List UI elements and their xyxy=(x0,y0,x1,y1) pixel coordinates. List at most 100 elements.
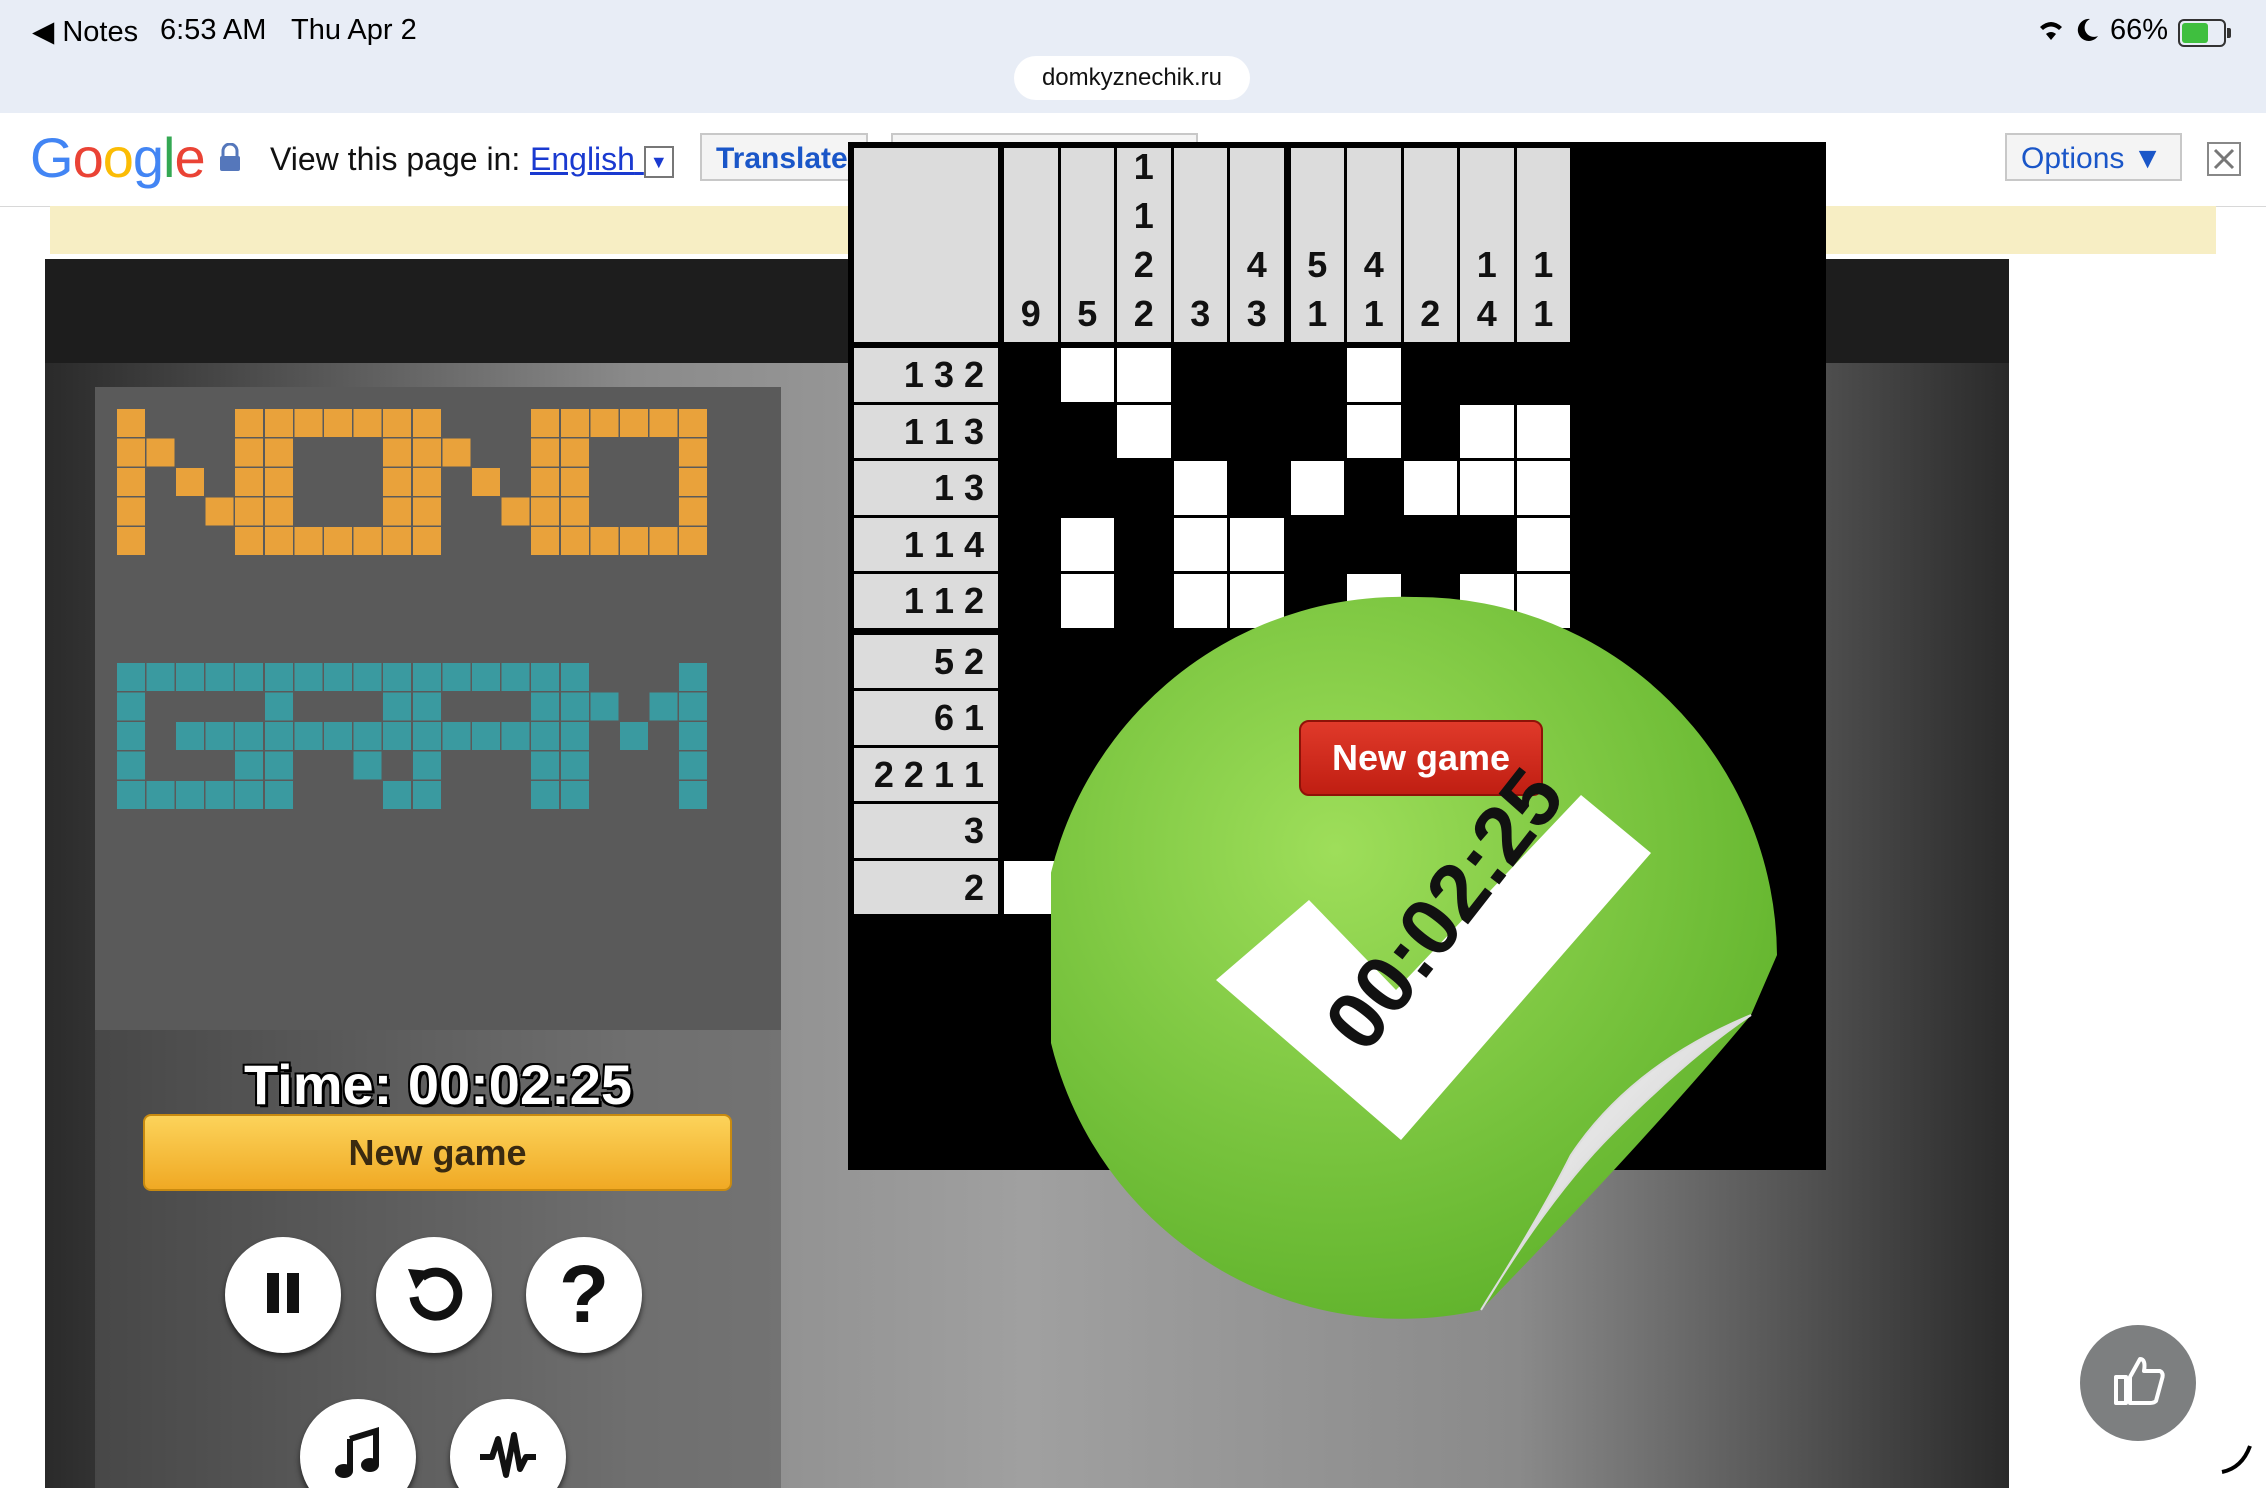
back-to-notes-link[interactable]: ◀ Notes xyxy=(32,14,138,49)
column-clue: 51 xyxy=(1290,148,1344,342)
gram-logo-block xyxy=(679,663,707,691)
grid-cell[interactable] xyxy=(1117,404,1171,458)
grid-cell[interactable] xyxy=(1516,404,1570,458)
gram-logo-block xyxy=(146,663,175,691)
nono-logo-block xyxy=(590,409,619,437)
nono-logo-block xyxy=(235,438,263,467)
grid-cell[interactable] xyxy=(1004,404,1058,458)
new-game-button[interactable]: New game xyxy=(143,1114,732,1191)
nono-logo-block xyxy=(561,497,589,526)
grid-cell[interactable] xyxy=(1403,404,1457,458)
translate-button[interactable]: Translate xyxy=(700,133,868,181)
url-pill[interactable]: domkyznechik.ru xyxy=(1014,56,1250,100)
grid-cell[interactable] xyxy=(1230,348,1284,402)
grid-cell[interactable] xyxy=(1004,461,1058,515)
grid-cell[interactable] xyxy=(1347,461,1401,515)
gram-logo-block xyxy=(324,663,352,691)
nono-logo-block xyxy=(235,468,263,496)
grid-cell[interactable] xyxy=(1004,574,1058,628)
dropdown-arrow-icon: ▼ xyxy=(643,145,674,178)
grid-cell[interactable] xyxy=(1173,461,1227,515)
gram-logo-block xyxy=(205,722,234,750)
gram-logo-block xyxy=(531,751,559,780)
grid-cell[interactable] xyxy=(1403,517,1457,571)
restart-icon xyxy=(402,1261,466,1330)
grid-cell[interactable] xyxy=(1173,517,1227,571)
grid-cell[interactable] xyxy=(1460,517,1514,571)
help-button[interactable]: ? xyxy=(526,1237,642,1353)
gram-logo-block xyxy=(531,722,559,750)
grid-cell[interactable] xyxy=(1117,517,1171,571)
column-clue-number: 1 xyxy=(1307,293,1328,334)
nono-logo-block xyxy=(531,438,559,467)
grid-cell[interactable] xyxy=(1173,404,1227,458)
row-clue: 1 1 2 xyxy=(854,574,998,628)
grid-cell[interactable] xyxy=(1117,348,1171,402)
grid-cell[interactable] xyxy=(1516,517,1570,571)
close-icon[interactable] xyxy=(2207,142,2241,176)
grid-cell[interactable] xyxy=(1004,860,1058,914)
grid-cell[interactable] xyxy=(1230,461,1284,515)
grid-cell[interactable] xyxy=(1004,634,1058,688)
grid-cell[interactable] xyxy=(1060,404,1114,458)
like-button[interactable] xyxy=(2080,1325,2196,1441)
pause-button[interactable] xyxy=(225,1237,341,1353)
board-corner xyxy=(854,148,998,342)
grid-cell[interactable] xyxy=(1460,404,1514,458)
grid-cell[interactable] xyxy=(1004,348,1058,402)
question-icon: ? xyxy=(558,1249,610,1340)
grid-cell[interactable] xyxy=(1004,804,1058,858)
grid-cell[interactable] xyxy=(1516,461,1570,515)
gram-logo-block xyxy=(117,781,145,809)
column-clue: 43 xyxy=(1230,148,1284,342)
grid-cell[interactable] xyxy=(1060,461,1114,515)
grid-cell[interactable] xyxy=(1117,461,1171,515)
column-clue-number: 1 xyxy=(1533,244,1554,285)
grid-cell[interactable] xyxy=(1173,348,1227,402)
nono-logo-block xyxy=(117,527,145,555)
grid-cell[interactable] xyxy=(1290,348,1344,402)
grid-cell[interactable] xyxy=(1060,348,1114,402)
grid-cell[interactable] xyxy=(1516,348,1570,402)
nono-logo-block xyxy=(117,409,145,437)
column-clue: 9 xyxy=(1004,148,1058,342)
nono-logo-block xyxy=(649,527,678,555)
grid-cell[interactable] xyxy=(1460,461,1514,515)
nono-logo-block xyxy=(561,527,589,555)
column-clue-number: 1 xyxy=(1476,244,1497,285)
grid-cell[interactable] xyxy=(1347,348,1401,402)
gram-logo-block xyxy=(383,722,411,750)
row-clue: 1 1 3 xyxy=(854,404,998,458)
grid-cell[interactable] xyxy=(1230,404,1284,458)
options-button[interactable]: Options ▼ xyxy=(2005,133,2182,181)
grid-cell[interactable] xyxy=(1403,461,1457,515)
google-logo: Google xyxy=(30,126,206,189)
grid-cell[interactable] xyxy=(1347,404,1401,458)
gram-logo-block xyxy=(117,692,145,721)
nono-logo-block xyxy=(413,497,441,526)
grid-cell[interactable] xyxy=(1004,747,1058,801)
nono-logo-block xyxy=(531,497,559,526)
grid-cell[interactable] xyxy=(1347,517,1401,571)
grid-cell[interactable] xyxy=(1403,348,1457,402)
grid-cell[interactable] xyxy=(1004,517,1058,571)
grid-cell[interactable] xyxy=(1290,461,1344,515)
column-clue-number: 1 xyxy=(1133,146,1154,187)
grid-cell[interactable] xyxy=(1060,517,1114,571)
nono-logo-block xyxy=(146,438,175,467)
grid-cell[interactable] xyxy=(1230,517,1284,571)
column-clue-number: 1 xyxy=(1533,293,1554,334)
grid-cell[interactable] xyxy=(1004,691,1058,745)
gram-logo-block xyxy=(620,722,648,750)
battery-icon xyxy=(2178,19,2231,47)
nono-logo-block xyxy=(265,497,293,526)
gram-logo-block xyxy=(590,692,619,721)
grid-cell[interactable] xyxy=(1460,348,1514,402)
grid-cell[interactable] xyxy=(1290,404,1344,458)
nono-logo-block xyxy=(265,438,293,467)
gram-logo-block xyxy=(413,751,441,780)
nono-logo-block xyxy=(413,527,441,555)
restart-button[interactable] xyxy=(376,1237,492,1353)
language-select[interactable]: English ▼ xyxy=(530,141,674,178)
grid-cell[interactable] xyxy=(1290,517,1344,571)
